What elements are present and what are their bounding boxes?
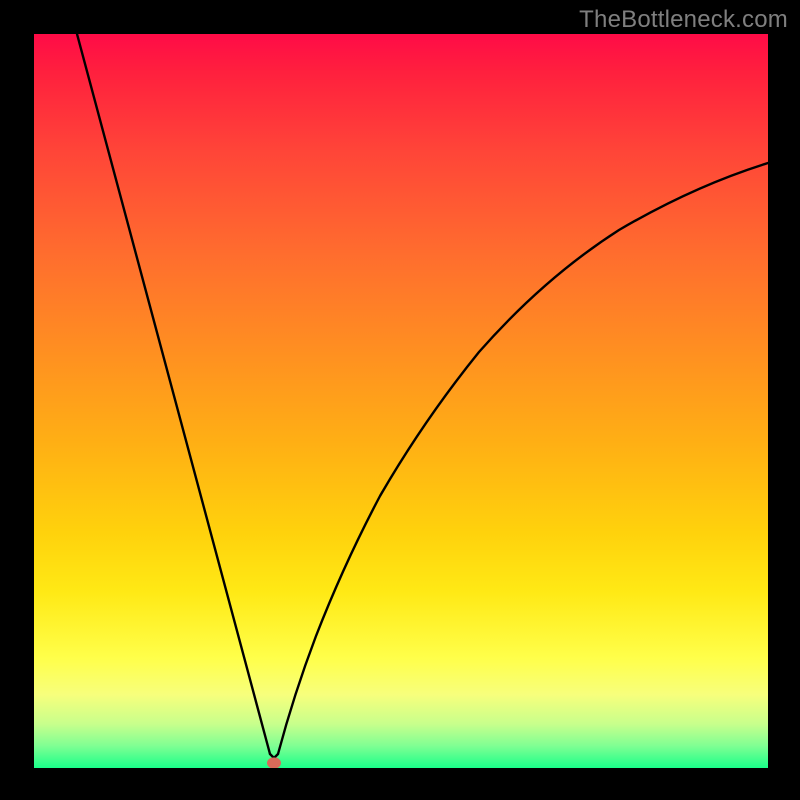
chart-frame: TheBottleneck.com bbox=[0, 0, 800, 800]
curve-right-branch bbox=[278, 163, 768, 754]
optimum-marker bbox=[267, 758, 281, 769]
watermark-text: TheBottleneck.com bbox=[579, 6, 788, 34]
curve-left-branch bbox=[77, 34, 270, 754]
bottleneck-curve bbox=[34, 34, 768, 768]
plot-area bbox=[34, 34, 768, 768]
